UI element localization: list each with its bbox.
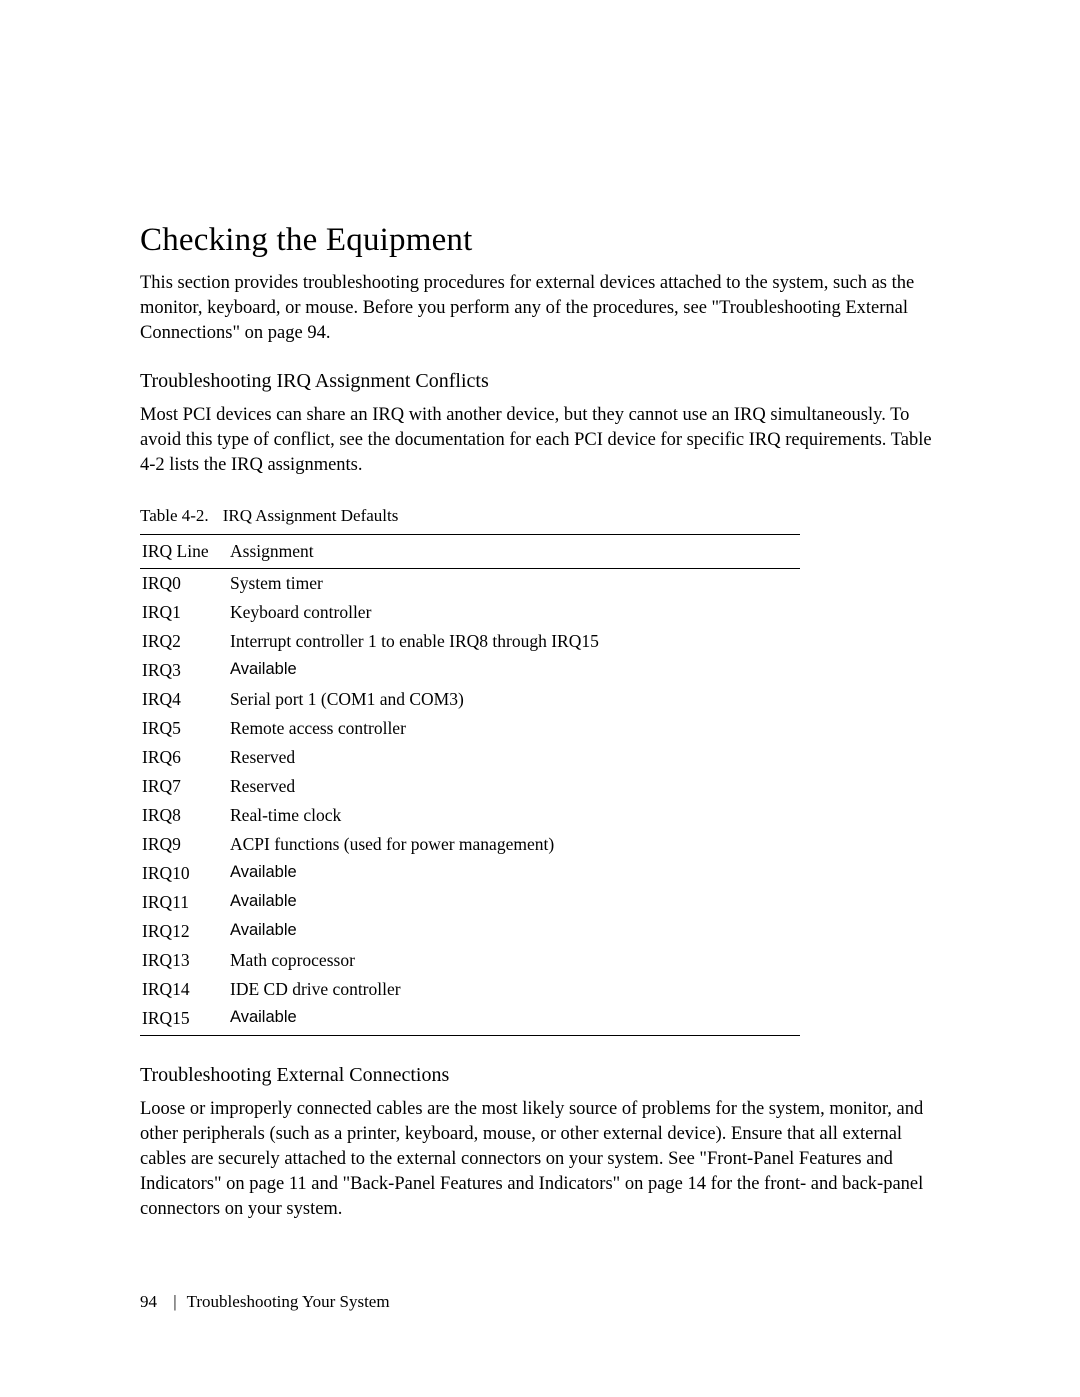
table-row: IRQ2Interrupt controller 1 to enable IRQ… [140,627,800,656]
table-header-irq: IRQ Line [140,534,228,568]
table-row: IRQ4Serial port 1 (COM1 and COM3) [140,685,800,714]
page-title: Checking the Equipment [140,222,940,259]
irq-line-cell: IRQ1 [140,598,228,627]
irq-assignment-cell: Available [228,888,800,917]
irq-assignment-cell: Available [228,1004,800,1036]
irq-assignment-cell: System timer [228,568,800,598]
irq-line-cell: IRQ8 [140,801,228,830]
irq-section-paragraph: Most PCI devices can share an IRQ with a… [140,403,940,478]
ext-section-heading: Troubleshooting External Connections [140,1064,940,1087]
irq-table: IRQ Line Assignment IRQ0System timerIRQ1… [140,534,800,1036]
irq-assignment-cell: Serial port 1 (COM1 and COM3) [228,685,800,714]
irq-assignment-cell: ACPI functions (used for power managemen… [228,830,800,859]
table-row: IRQ15Available [140,1004,800,1036]
page-number: 94 [140,1292,157,1311]
irq-assignment-cell: Remote access controller [228,714,800,743]
table-caption-title: IRQ Assignment Defaults [223,506,399,526]
irq-assignment-cell: Available [228,656,800,685]
irq-assignment-cell: Reserved [228,772,800,801]
irq-line-cell: IRQ3 [140,656,228,685]
table-row: IRQ13Math coprocessor [140,946,800,975]
table-row: IRQ9ACPI functions (used for power manag… [140,830,800,859]
irq-assignment-cell: Math coprocessor [228,946,800,975]
irq-assignment-cell: Real-time clock [228,801,800,830]
irq-line-cell: IRQ4 [140,685,228,714]
document-page: Checking the Equipment This section prov… [0,0,1080,1397]
table-row: IRQ0System timer [140,568,800,598]
irq-assignment-cell: Keyboard controller [228,598,800,627]
table-row: IRQ8Real-time clock [140,801,800,830]
irq-line-cell: IRQ6 [140,743,228,772]
page-footer: 94 | Troubleshooting Your System [140,1292,390,1312]
footer-separator: | [173,1292,176,1311]
irq-assignment-cell: Interrupt controller 1 to enable IRQ8 th… [228,627,800,656]
table-header-assignment: Assignment [228,534,800,568]
table-row: IRQ3Available [140,656,800,685]
irq-line-cell: IRQ15 [140,1004,228,1036]
irq-assignment-cell: IDE CD drive controller [228,975,800,1004]
irq-line-cell: IRQ11 [140,888,228,917]
table-row: IRQ14IDE CD drive controller [140,975,800,1004]
irq-line-cell: IRQ13 [140,946,228,975]
table-row: IRQ11Available [140,888,800,917]
irq-line-cell: IRQ14 [140,975,228,1004]
irq-line-cell: IRQ12 [140,917,228,946]
irq-line-cell: IRQ10 [140,859,228,888]
irq-line-cell: IRQ0 [140,568,228,598]
irq-line-cell: IRQ7 [140,772,228,801]
table-row: IRQ6Reserved [140,743,800,772]
table-caption-label: Table 4-2. [140,506,209,526]
table-row: IRQ10Available [140,859,800,888]
irq-assignment-cell: Available [228,917,800,946]
irq-assignment-cell: Available [228,859,800,888]
table-caption: Table 4-2. IRQ Assignment Defaults [140,506,940,526]
footer-section-title: Troubleshooting Your System [187,1292,390,1311]
irq-line-cell: IRQ2 [140,627,228,656]
table-row: IRQ12Available [140,917,800,946]
table-header-row: IRQ Line Assignment [140,534,800,568]
table-row: IRQ7Reserved [140,772,800,801]
irq-line-cell: IRQ9 [140,830,228,859]
table-row: IRQ5Remote access controller [140,714,800,743]
irq-line-cell: IRQ5 [140,714,228,743]
table-row: IRQ1Keyboard controller [140,598,800,627]
irq-section-heading: Troubleshooting IRQ Assignment Conflicts [140,370,940,393]
ext-section-paragraph: Loose or improperly connected cables are… [140,1097,940,1222]
irq-assignment-cell: Reserved [228,743,800,772]
intro-paragraph: This section provides troubleshooting pr… [140,271,940,346]
